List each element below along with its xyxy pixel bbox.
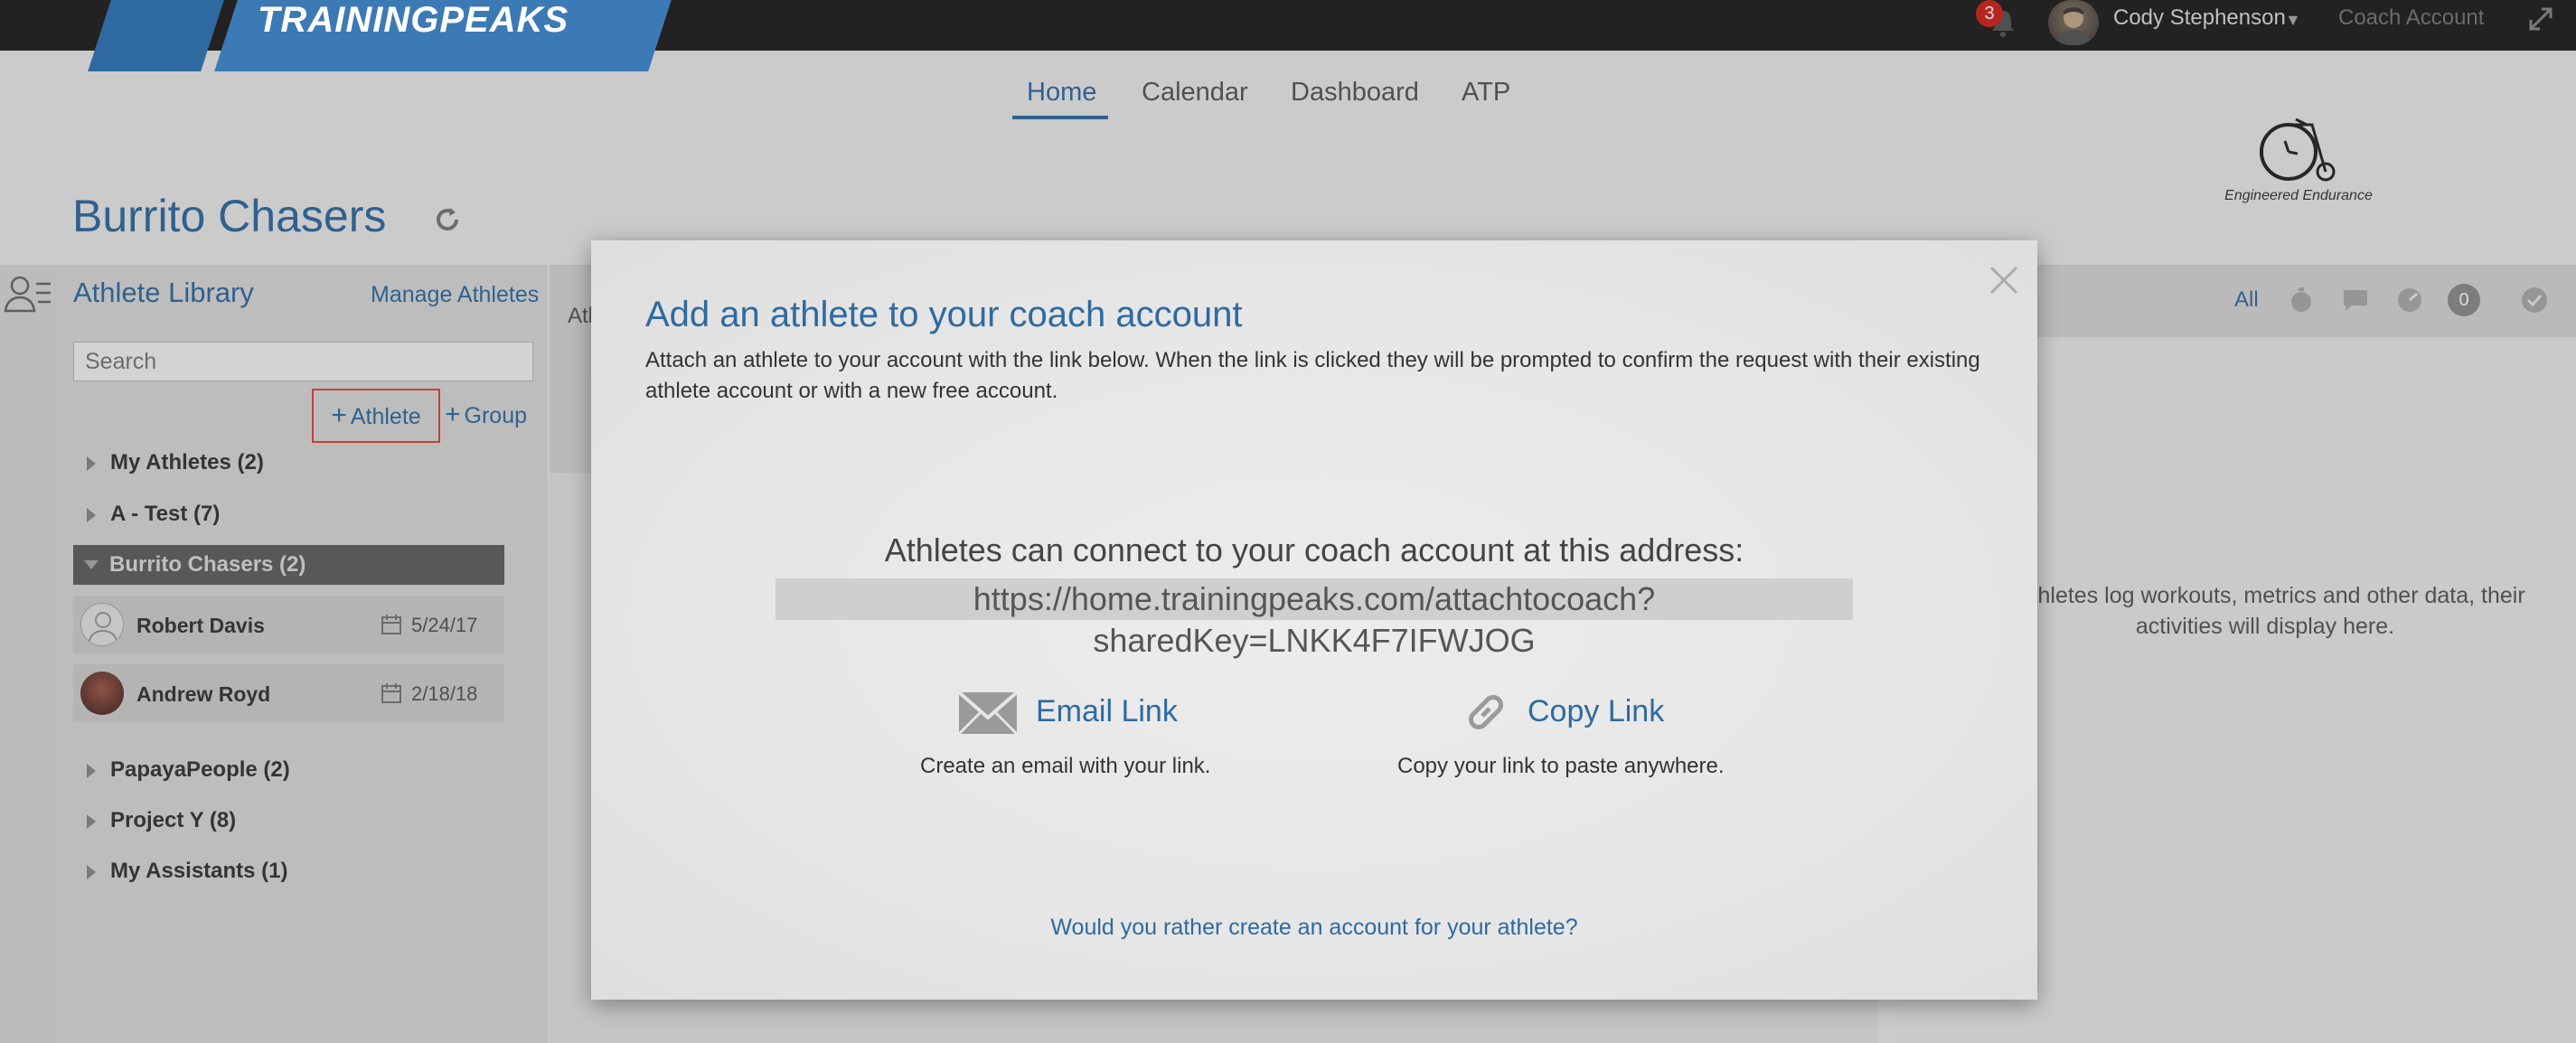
email-link-description: Create an email with your link. xyxy=(920,754,1211,778)
modal-description: Attach an athlete to your account with t… xyxy=(645,348,1980,403)
envelope-icon[interactable] xyxy=(957,691,1019,740)
add-athlete-modal: Add an athlete to your coach account Att… xyxy=(591,240,2037,1000)
email-link-button[interactable]: Email Link xyxy=(1036,694,1178,729)
trainingpeaks-logo[interactable]: TRAININGPEAKS xyxy=(258,0,569,40)
modal-title: Add an athlete to your coach account xyxy=(645,295,1243,334)
logo-stripe-dark xyxy=(88,0,224,71)
share-link-url[interactable]: https://home.trainingpeaks.com/attachtoc… xyxy=(776,578,1853,659)
create-athlete-account-link[interactable]: Would you rather create an account for y… xyxy=(591,915,2037,941)
connect-label: Athletes can connect to your coach accou… xyxy=(884,531,1744,568)
close-icon[interactable] xyxy=(1986,262,2022,298)
copy-link-description: Copy your link to paste anywhere. xyxy=(1397,754,1725,778)
link-icon[interactable] xyxy=(1461,687,1511,742)
copy-link-button[interactable]: Copy Link xyxy=(1528,694,1664,729)
